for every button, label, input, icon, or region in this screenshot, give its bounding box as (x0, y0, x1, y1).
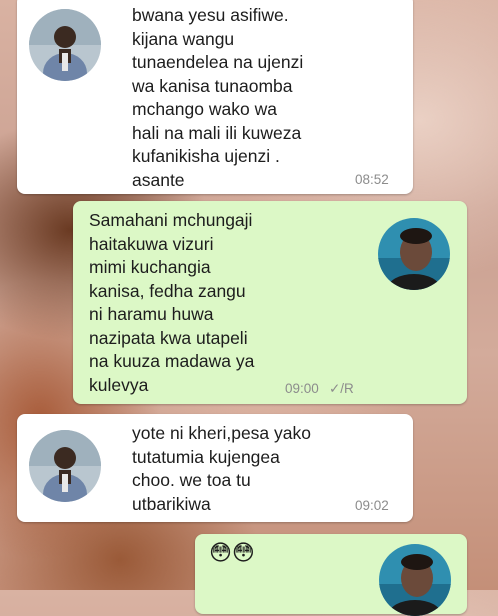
message-text: bwana yesu asifiwe. kijana wangu tunaend… (132, 5, 304, 190)
message-timestamp: 08:52 (355, 172, 389, 187)
outgoing-message-bubble[interactable]: Samahani mchungaji haitakuwa vizuri mimi… (73, 201, 467, 404)
sender-avatar[interactable] (378, 218, 450, 290)
read-status-icon: ✓/R (329, 381, 354, 396)
pastor-avatar[interactable] (29, 430, 101, 502)
sender-avatar[interactable] (379, 544, 451, 616)
emoji-message: 😳😳 (209, 541, 255, 566)
incoming-message-bubble[interactable]: bwana yesu asifiwe. kijana wangu tunaend… (17, 0, 413, 194)
outgoing-message-bubble[interactable]: 😳😳 (195, 534, 467, 616)
message-text: Samahani mchungaji haitakuwa vizuri mimi… (89, 210, 255, 395)
message-timestamp: 09:02 (355, 498, 389, 513)
message-timestamp: 09:00 (285, 381, 319, 396)
pastor-avatar[interactable] (29, 9, 101, 81)
incoming-message-bubble[interactable]: yote ni kheri,pesa yako tutatumia kujeng… (17, 414, 413, 522)
